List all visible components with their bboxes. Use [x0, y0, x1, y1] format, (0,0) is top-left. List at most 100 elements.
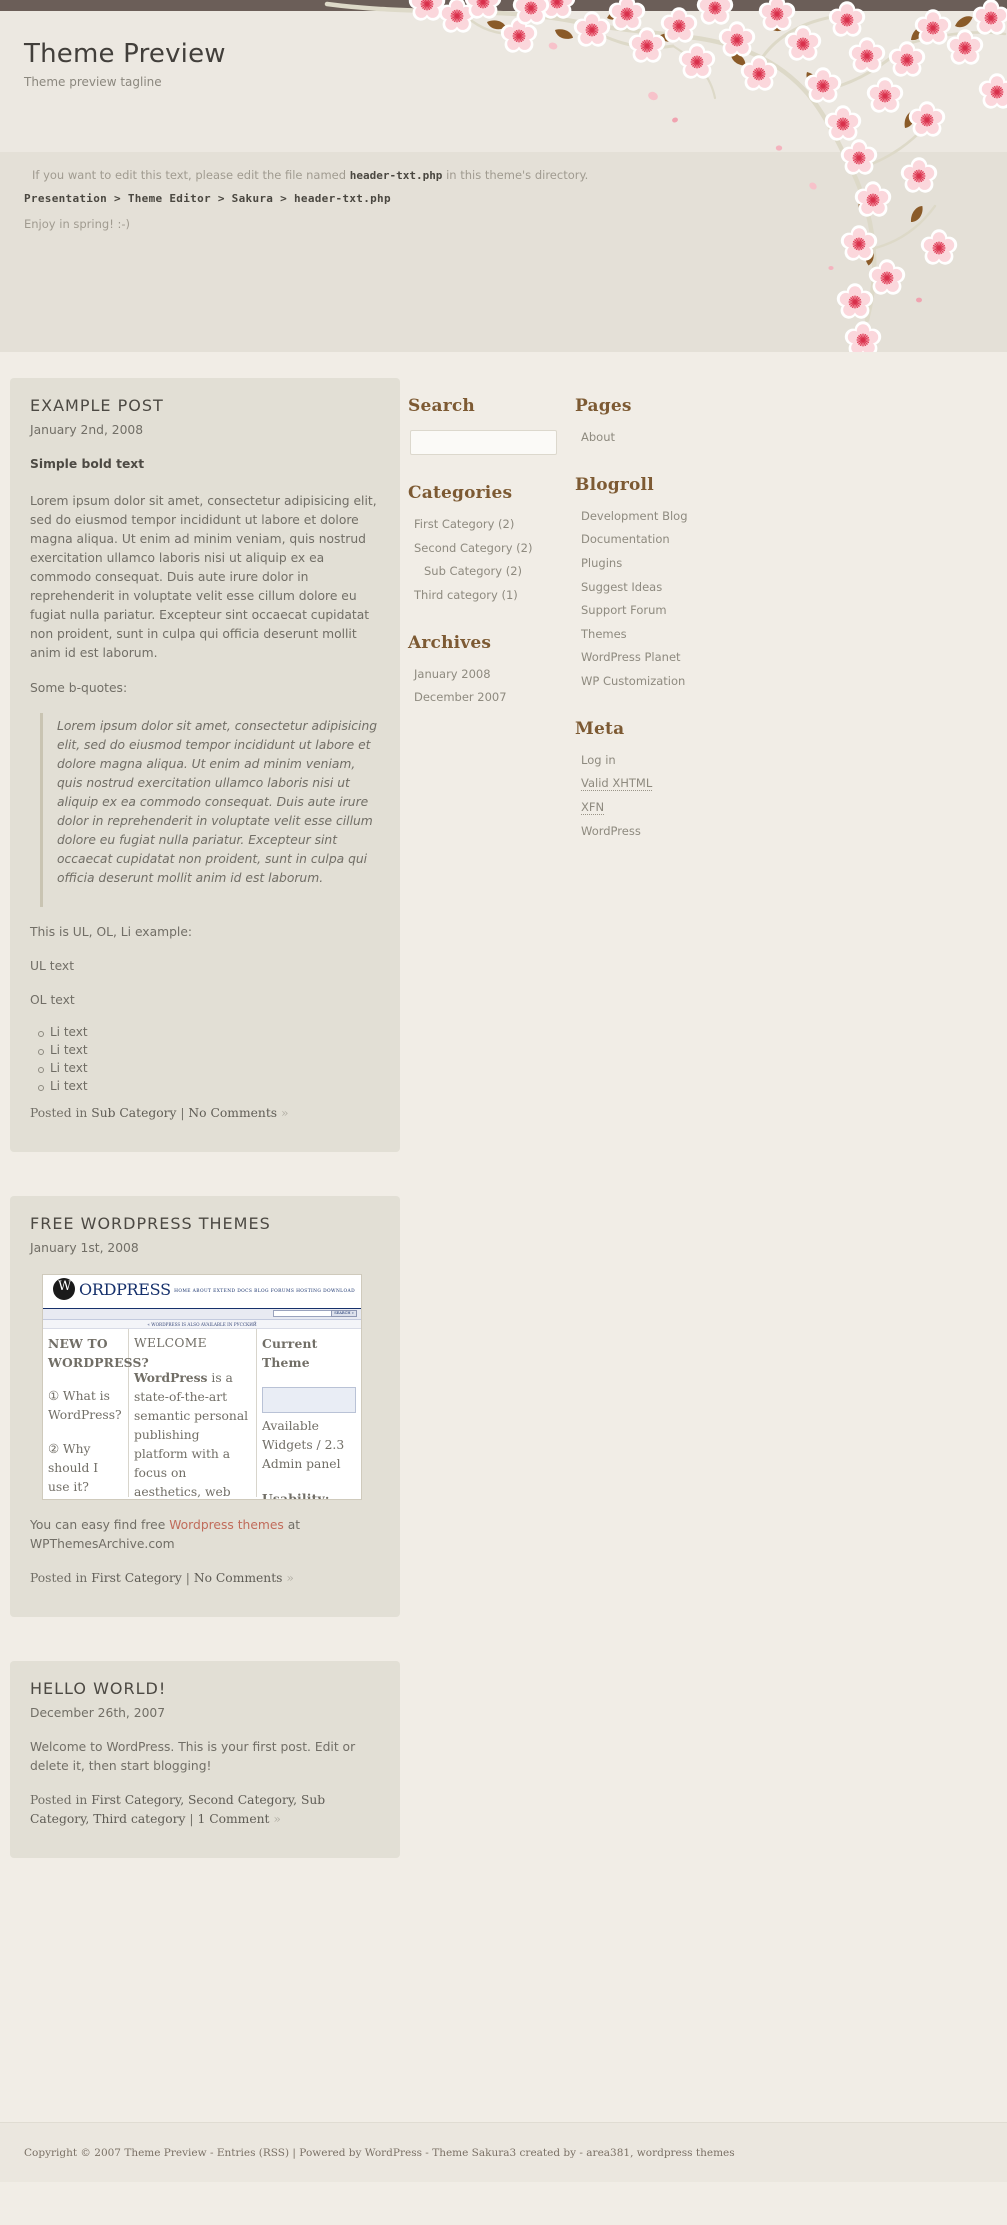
sidebar-primary: Search Categories First Category (2) Sec…: [400, 378, 565, 714]
post-title[interactable]: HELLO WORLD!: [30, 1679, 380, 1698]
post-meta-separator: |: [185, 1811, 198, 1826]
post-meta: Posted in Sub Category | No Comments »: [30, 1104, 380, 1123]
screenshot-col3-heading-2: Usability: Themes: [262, 1490, 330, 1500]
blogroll-link-documentation[interactable]: Documentation: [581, 532, 670, 546]
post-ol-label: OL text: [30, 993, 75, 1008]
list-item: Support Forum: [581, 603, 725, 620]
screenshot-search-button: SEARCH »: [331, 1309, 357, 1317]
post-list-intro: This is UL, OL, Li example:: [30, 924, 193, 939]
post-meta-category-link[interactable]: Sub Category: [91, 1106, 176, 1120]
list-item: WordPress Planet: [581, 650, 725, 667]
list-item: Li text: [38, 1025, 380, 1043]
archive-link-january-2008[interactable]: January 2008: [414, 667, 491, 681]
screenshot-welcome-para-1: WordPress is a state-of-the-art semantic…: [134, 1368, 251, 1499]
blogroll-link-wordpress-planet[interactable]: WordPress Planet: [581, 650, 681, 664]
blogroll-link-suggest-ideas[interactable]: Suggest Ideas: [581, 580, 662, 594]
post-meta-arrow: »: [286, 1570, 294, 1585]
blogroll-list: Development Blog Documentation Plugins S…: [575, 509, 725, 691]
category-link-third[interactable]: Third category (1): [414, 588, 518, 602]
wordpress-org-screenshot: ORDPRESS HOME ABOUT EXTEND DOCS BLOG FOR…: [42, 1273, 362, 1500]
post-hello-world: HELLO WORLD! December 26th, 2007 Welcome…: [10, 1660, 400, 1858]
list-item: Log in: [581, 753, 725, 770]
blogroll-heading: Blogroll: [575, 474, 654, 495]
categories-heading: Categories: [408, 483, 513, 503]
post-caption: You can easy find free Wordpress themes …: [30, 1516, 380, 1554]
list-item: Development Blog: [581, 509, 725, 526]
top-accent-bar: [0, 0, 1007, 11]
screenshot-col1-item: ① What is WordPress?: [48, 1388, 122, 1422]
post-paragraph: Welcome to WordPress. This is your first…: [30, 1739, 356, 1773]
screenshot-searchbar: SEARCH »: [43, 1308, 361, 1320]
post-caption-prefix: You can easy find free: [30, 1517, 170, 1532]
wordpress-logo-icon: [53, 1277, 75, 1300]
archive-link-december-2007[interactable]: December 2007: [414, 690, 507, 704]
post-date: January 1st, 2008: [30, 1241, 139, 1256]
post-paragraph: Lorem ipsum dolor sit amet, consectetur …: [30, 494, 377, 661]
header-note-line-3: Enjoy in spring! :-): [24, 217, 130, 231]
meta-link-wordpress[interactable]: WordPress: [581, 824, 641, 838]
post-blockquote-text: Lorem ipsum dolor sit amet, consectetur …: [57, 718, 378, 885]
archives-list: January 2008 December 2007: [408, 667, 565, 707]
meta-link-log-in[interactable]: Log in: [581, 753, 616, 767]
screenshot-col1-heading: NEW TO WORDPRESS?: [48, 1335, 149, 1370]
meta-link-valid-xhtml[interactable]: Valid XHTML: [581, 776, 653, 792]
list-item: First Category (2): [414, 517, 565, 534]
post-meta-arrow: »: [281, 1106, 289, 1121]
blogroll-link-wp-customization[interactable]: WP Customization: [581, 674, 685, 688]
header-note-path: Presentation > Theme Editor > Sakura > h…: [24, 192, 391, 205]
meta-list: Log in Valid XHTML XFN WordPress: [575, 753, 725, 841]
site-tagline: Theme preview tagline: [24, 75, 162, 89]
list-item: Second Category (2): [414, 541, 565, 558]
post-meta-comments-link[interactable]: 1 Comment: [197, 1812, 269, 1826]
blogroll-link-plugins[interactable]: Plugins: [581, 556, 622, 570]
blogroll-link-support-forum[interactable]: Support Forum: [581, 603, 667, 617]
list-item: WordPress: [581, 824, 725, 841]
footer-copyright: Copyright © 2007 Theme Preview - Entries…: [24, 2147, 735, 2159]
post-blockquote: Lorem ipsum dolor sit amet, consectetur …: [40, 712, 380, 907]
blogroll-link-development-blog[interactable]: Development Blog: [581, 509, 688, 523]
post-date: December 26th, 2007: [30, 1705, 166, 1720]
site-footer: Copyright © 2007 Theme Preview - Entries…: [0, 2122, 1007, 2182]
post-title[interactable]: FREE WORDPRESS THEMES: [30, 1214, 380, 1233]
post-meta-comments-link[interactable]: No Comments: [188, 1106, 277, 1120]
post-meta-prefix: Posted in: [30, 1792, 92, 1807]
post-ul-label: UL text: [30, 959, 75, 974]
pages-heading: Pages: [575, 396, 632, 416]
screenshot-column-left: NEW TO WORDPRESS? ① What is WordPress? ②…: [43, 1328, 149, 1497]
list-item: Suggest Ideas: [581, 580, 725, 597]
post-column: EXAMPLE POST January 2nd, 2008 Simple bo…: [10, 378, 400, 1902]
screenshot-column-mid: WELCOME WordPress is a state-of-the-art …: [129, 1328, 257, 1499]
search-input[interactable]: [410, 430, 557, 455]
post-example-list: Li text Li text Li text Li text: [30, 1025, 380, 1096]
list-item: December 2007: [414, 690, 565, 707]
screenshot-header: ORDPRESS HOME ABOUT EXTEND DOCS BLOG FOR…: [43, 1275, 361, 1309]
category-link-sub[interactable]: Sub Category (2): [424, 564, 522, 578]
site-header-text: Theme Preview Theme preview tagline: [0, 11, 1007, 89]
archives-heading: Archives: [408, 632, 492, 653]
category-link-first[interactable]: First Category (2): [414, 517, 514, 531]
screenshot-col3-heading: Current Theme: [262, 1335, 318, 1370]
site-title[interactable]: Theme Preview: [24, 39, 1007, 69]
main-wrapper: EXAMPLE POST January 2nd, 2008 Simple bo…: [0, 352, 1007, 2122]
page-link-about[interactable]: About: [581, 430, 615, 444]
blogroll-link-themes[interactable]: Themes: [581, 627, 627, 641]
screenshot-col3-caption-1: Available Widgets / 2.3 Admin panel: [262, 1418, 345, 1471]
meta-link-xfn[interactable]: XFN: [581, 799, 605, 815]
category-link-second[interactable]: Second Category (2): [414, 541, 532, 555]
post-meta-prefix: Posted in: [30, 1570, 92, 1585]
post-meta-category-link[interactable]: First Category: [91, 1571, 182, 1585]
sidebar-secondary: Pages About Blogroll Development Blog Do…: [565, 378, 725, 847]
post-meta-comments-link[interactable]: No Comments: [194, 1571, 283, 1585]
list-item: Valid XHTML: [581, 776, 725, 793]
header-note-filename: header-txt.php: [349, 169, 443, 182]
header-note-prefix: If you want to edit this text, please ed…: [32, 168, 350, 182]
post-title[interactable]: EXAMPLE POST: [30, 396, 380, 415]
pages-list: About: [575, 430, 725, 447]
list-item: XFN: [581, 799, 725, 817]
wordpress-themes-link[interactable]: Wordpress themes: [169, 1518, 284, 1532]
post-meta: Posted in First Category | No Comments »: [30, 1569, 380, 1588]
list-item: Li text: [38, 1043, 380, 1061]
post-example-post: EXAMPLE POST January 2nd, 2008 Simple bo…: [10, 378, 400, 1153]
screenshot-welcome-heading: WELCOME: [134, 1335, 207, 1350]
list-item: Third category (1): [414, 588, 565, 605]
